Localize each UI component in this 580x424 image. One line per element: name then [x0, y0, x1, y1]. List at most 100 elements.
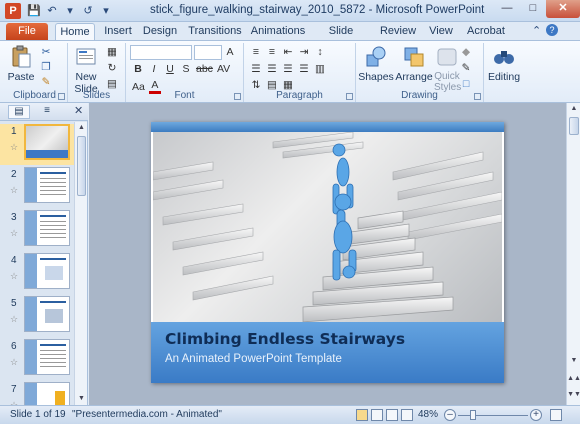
close-button[interactable]: ✕ [546, 0, 580, 18]
zoom-slider[interactable] [458, 415, 528, 416]
tab-acrobat[interactable]: Acrobat [464, 23, 508, 40]
shapes-button[interactable]: Shapes [358, 45, 394, 83]
align-center-icon[interactable]: ☰ [266, 63, 278, 75]
layout-icon[interactable]: ▦ [106, 46, 118, 58]
shape-effects-icon[interactable]: □ [460, 78, 472, 90]
slide-thumbnail-6[interactable]: 6 ☆ [0, 339, 74, 380]
shadow-icon[interactable]: S [180, 63, 192, 75]
scroll-up-icon[interactable]: ▲ [567, 103, 580, 115]
slide-thumbnail-4[interactable]: 4 ☆ [0, 253, 74, 294]
slide-thumbnail-image [24, 210, 70, 246]
title-bar: P 💾 ↶ ▾ ↺ ▾ stick_figure_walking_stairwa… [0, 0, 580, 22]
customize-qat-icon[interactable]: ▾ [98, 3, 114, 19]
zoom-slider-handle[interactable] [469, 410, 476, 420]
tab-file[interactable]: File [6, 23, 48, 40]
justify-icon[interactable]: ☰ [298, 63, 310, 75]
slide-thumbnail-5[interactable]: 5 ☆ [0, 296, 74, 337]
slide-show-icon[interactable] [401, 409, 413, 421]
tab-view[interactable]: View [426, 23, 456, 40]
minimize-ribbon-icon[interactable]: ⌃ [532, 24, 541, 37]
slide-thumbnail-1[interactable]: 1 ☆ [0, 124, 74, 165]
outline-tab-icon[interactable]: ≡ [36, 105, 58, 119]
shape-fill-icon[interactable]: ◆ [460, 46, 472, 58]
tab-slide-show[interactable]: Slide Show [314, 23, 368, 53]
ribbon-home: Paste ✂ ❐ ✎ Clipboard New Slide ▦ ↻ ▤ Sl… [0, 40, 580, 103]
slide-sorter-icon[interactable] [371, 409, 383, 421]
editing-button[interactable]: Editing [486, 45, 522, 83]
normal-view-icon[interactable] [356, 409, 368, 421]
slide-editing-area: Climbing Endless Stairways An Animated P… [89, 103, 566, 405]
paragraph-launcher-icon[interactable] [346, 93, 353, 100]
italic-icon[interactable]: I [148, 63, 160, 75]
redo-icon[interactable]: ↺ [80, 3, 96, 19]
line-spacing-icon[interactable]: ↕ [314, 46, 326, 58]
numbering-icon[interactable]: ≡ [266, 46, 278, 58]
columns-icon[interactable]: ▥ [314, 63, 326, 75]
stairway-image [153, 132, 502, 322]
maximize-button[interactable]: □ [520, 0, 546, 18]
cut-icon[interactable]: ✂ [40, 46, 52, 58]
clipboard-launcher-icon[interactable] [58, 93, 65, 100]
scroll-up-icon[interactable]: ▲ [75, 122, 88, 134]
tab-insert[interactable]: Insert [100, 23, 136, 40]
chevron-down-icon[interactable]: ▾ [62, 3, 78, 19]
reset-icon[interactable]: ↻ [106, 62, 118, 74]
tab-review[interactable]: Review [378, 23, 418, 40]
zoom-in-icon[interactable]: + [530, 409, 542, 421]
editing-area-scrollbar[interactable]: ▲ ▼ ▲▲ ▼▼ [566, 103, 580, 405]
tab-animations[interactable]: Animations [250, 23, 306, 40]
slides-group-label: Slides [82, 90, 111, 101]
animation-star-icon: ☆ [10, 185, 19, 195]
bullets-icon[interactable]: ≡ [250, 46, 262, 58]
slides-pane-scrollbar[interactable]: ▲ ▼ [74, 122, 87, 405]
quick-styles-button[interactable]: Quick Styles [434, 45, 461, 93]
reading-view-icon[interactable] [386, 409, 398, 421]
format-painter-icon[interactable]: ✎ [40, 76, 52, 88]
tab-home[interactable]: Home [55, 23, 95, 40]
drawing-launcher-icon[interactable] [474, 93, 481, 100]
slide-thumbnail-2[interactable]: 2 ☆ [0, 167, 74, 208]
scroll-thumb[interactable] [77, 136, 86, 196]
char-spacing-icon[interactable]: AV [217, 63, 230, 75]
scroll-thumb[interactable] [569, 117, 579, 135]
font-launcher-icon[interactable] [234, 93, 241, 100]
font-name-combo[interactable] [130, 45, 192, 60]
tab-transitions[interactable]: Transitions [186, 23, 244, 40]
previous-slide-icon[interactable]: ▲▲ [567, 373, 580, 385]
shape-outline-icon[interactable]: ✎ [460, 62, 472, 74]
font-group-label: Font [174, 90, 195, 101]
slide-subtitle[interactable]: An Animated PowerPoint Template [165, 353, 342, 365]
minimize-button[interactable]: — [494, 0, 520, 18]
zoom-out-icon[interactable]: – [444, 409, 456, 421]
zoom-level[interactable]: 48% [418, 409, 438, 420]
paste-button[interactable]: Paste [6, 45, 36, 83]
slide-title[interactable]: Climbing Endless Stairways [165, 330, 405, 348]
close-pane-icon[interactable]: ✕ [74, 104, 83, 117]
undo-icon[interactable]: ↶ [44, 3, 60, 19]
bold-icon[interactable]: B [132, 63, 144, 75]
strikethrough-icon[interactable]: abc [196, 63, 213, 75]
copy-icon[interactable]: ❐ [40, 61, 52, 73]
underline-icon[interactable]: U [164, 63, 176, 75]
slide-thumbnail-3[interactable]: 3 ☆ [0, 210, 74, 251]
slides-tab-icon[interactable]: ▤ [8, 105, 30, 119]
tab-design[interactable]: Design [141, 23, 179, 40]
current-slide[interactable]: Climbing Endless Stairways An Animated P… [151, 122, 504, 383]
align-right-icon[interactable]: ☰ [282, 63, 294, 75]
fit-to-window-icon[interactable] [550, 409, 562, 421]
scroll-down-icon[interactable]: ▼ [75, 393, 88, 405]
font-size-combo[interactable] [194, 45, 222, 60]
decrease-indent-icon[interactable]: ⇤ [282, 46, 294, 58]
section-icon[interactable]: ▤ [106, 78, 118, 90]
next-slide-icon[interactable]: ▼▼ [567, 389, 580, 401]
align-left-icon[interactable]: ☰ [250, 63, 262, 75]
slide-thumbnail-7[interactable]: 7 ☆ [0, 382, 74, 405]
powerpoint-app-icon[interactable]: P [5, 3, 21, 19]
new-slide-button[interactable]: New Slide [70, 45, 102, 95]
help-icon[interactable]: ? [546, 24, 558, 36]
scroll-down-icon[interactable]: ▼ [567, 355, 580, 367]
increase-indent-icon[interactable]: ⇥ [298, 46, 310, 58]
grow-font-icon[interactable]: A [224, 46, 236, 58]
save-icon[interactable]: 💾 [26, 3, 42, 19]
arrange-button[interactable]: Arrange [394, 45, 434, 83]
